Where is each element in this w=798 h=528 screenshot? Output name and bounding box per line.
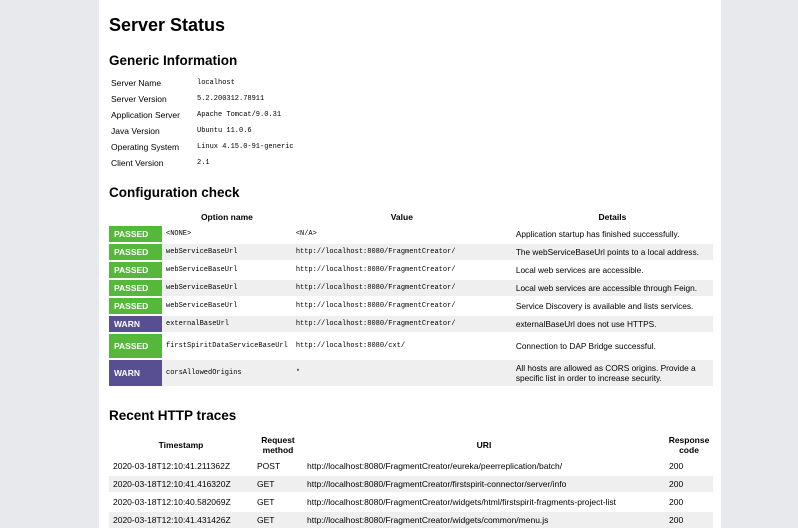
status-badge: WARN	[109, 360, 162, 386]
status-badge: WARN	[109, 316, 162, 332]
option-value: http://localhost:8080/cxt/	[291, 334, 512, 358]
http-traces-table: Timestamp Request method URI Response co…	[109, 432, 713, 528]
option-name: <NONE>	[162, 226, 292, 242]
config-row: WARN corsAllowedOrigins * All hosts are all…	[109, 360, 713, 386]
option-name: webServiceBaseUrl	[162, 244, 292, 260]
trace-timestamp: 2020-03-18T12:10:41.431426Z	[109, 512, 253, 528]
check-details: All hosts are allowed as CORS origins. P…	[511, 360, 713, 386]
config-row: PASSED firstSpiritDataServiceBaseUrl http:…	[109, 334, 713, 358]
status-badge: PASSED	[109, 226, 162, 242]
status-badge: PASSED	[109, 280, 162, 296]
col-details: Details	[598, 212, 627, 222]
info-key: Operating System	[111, 142, 180, 152]
status-page: Server Status Generic Information Server…	[99, 0, 721, 528]
config-check-heading: Configuration check	[109, 185, 240, 200]
traces-header-row: Timestamp Request method URI Response co…	[109, 434, 713, 456]
config-row: PASSED webServiceBaseUrl http://localhost:…	[109, 298, 713, 314]
config-check-table: Option name Value Details PASSED <NONE> <N…	[109, 208, 713, 388]
col-status	[109, 210, 162, 224]
option-value: <N/A>	[291, 226, 512, 242]
option-value: http://localhost:8080/FragmentCreator/	[291, 280, 512, 296]
config-header-row: Option name Value Details	[109, 210, 713, 224]
option-value: http://localhost:8080/FragmentCreator/	[291, 298, 512, 314]
config-row: PASSED webServiceBaseUrl http://localhost:…	[109, 262, 713, 278]
check-details: Local web services are accessible.	[511, 262, 713, 278]
trace-response-code: 200	[665, 476, 713, 492]
info-row: Server Version 5.2.200312.78911	[109, 91, 296, 107]
info-row: Client Version 2.1	[109, 155, 296, 171]
generic-info-table: Server Name localhost Server Version 5.2.20…	[109, 75, 296, 171]
trace-response-code: 200	[669, 497, 684, 507]
trace-method: GET	[257, 497, 275, 507]
info-value: Apache Tomcat/9.0.31	[197, 111, 282, 119]
info-value: 2.1	[197, 159, 210, 167]
col-uri: URI	[476, 440, 492, 450]
check-details: Application startup has finished success…	[511, 226, 713, 242]
option-name: webServiceBaseUrl	[162, 280, 292, 296]
option-value: *	[291, 360, 512, 386]
trace-timestamp: 2020-03-18T12:10:41.416320Z	[109, 476, 253, 492]
col-request-method: Request method	[261, 435, 295, 455]
info-row: Application Server Apache Tomcat/9.0.31	[109, 107, 296, 123]
trace-row: 2020-03-18T12:10:41.431426Z GET http://loc…	[109, 512, 713, 528]
status-badge: PASSED	[109, 244, 162, 260]
trace-method: POST	[257, 461, 281, 471]
trace-response-code: 200	[669, 461, 684, 471]
info-value: Linux 4.15.0-91-generic	[197, 143, 294, 151]
trace-row: 2020-03-18T12:10:41.211362Z POST http://lo…	[109, 458, 713, 474]
trace-method: GET	[253, 476, 303, 492]
info-key: Client Version	[111, 158, 164, 168]
trace-uri: http://localhost:8080/FragmentCreator/wi…	[303, 512, 665, 528]
page-title: Server Status	[109, 15, 226, 35]
option-name: corsAllowedOrigins	[162, 360, 292, 386]
trace-row: 2020-03-18T12:10:41.416320Z GET http://loc…	[109, 476, 713, 492]
status-badge: PASSED	[109, 262, 162, 278]
col-response-code: Response code	[668, 435, 710, 455]
trace-uri: http://localhost:8080/FragmentCreator/eu…	[307, 461, 563, 471]
col-value: Value	[390, 212, 413, 222]
info-row: Java Version Ubuntu 11.0.6	[109, 123, 296, 139]
trace-uri: http://localhost:8080/FragmentCreator/fi…	[303, 476, 665, 492]
trace-response-code: 200	[665, 512, 713, 528]
info-value: localhost	[197, 79, 235, 87]
check-details: externalBaseUrl does not use HTTPS.	[511, 316, 713, 332]
check-details: The webServiceBaseUrl points to a local …	[511, 244, 713, 260]
option-name: webServiceBaseUrl	[162, 298, 292, 314]
trace-timestamp: 2020-03-18T12:10:41.211362Z	[113, 461, 231, 471]
info-row: Operating System Linux 4.15.0-91-generic	[109, 139, 296, 155]
info-row: Server Name localhost	[109, 75, 296, 91]
trace-timestamp: 2020-03-18T12:10:40.582069Z	[113, 497, 231, 507]
trace-uri: http://localhost:8080/FragmentCreator/wi…	[307, 497, 616, 507]
generic-info-heading: Generic Information	[109, 53, 238, 68]
status-badge: PASSED	[109, 298, 162, 314]
info-value: 5.2.200312.78911	[197, 95, 265, 103]
trace-row: 2020-03-18T12:10:40.582069Z GET http://loc…	[109, 494, 713, 510]
info-key: Server Version	[111, 94, 167, 104]
http-traces-heading: Recent HTTP traces	[109, 408, 237, 423]
config-row: PASSED webServiceBaseUrl http://localhost:…	[109, 280, 713, 296]
info-key: Java Version	[111, 126, 160, 136]
trace-method: GET	[253, 512, 303, 528]
check-details: Connection to DAP Bridge successful.	[511, 334, 713, 358]
col-timestamp: Timestamp	[158, 440, 204, 450]
option-value: http://localhost:8080/FragmentCreator/	[291, 316, 512, 332]
status-badge: PASSED	[109, 334, 162, 358]
option-name: webServiceBaseUrl	[162, 262, 292, 278]
info-key: Application Server	[111, 110, 180, 120]
config-row: PASSED <NONE> <N/A> Application startup has…	[109, 226, 713, 242]
info-key: Server Name	[111, 78, 162, 88]
option-name: firstSpiritDataServiceBaseUrl	[162, 334, 292, 358]
option-value: http://localhost:8080/FragmentCreator/	[291, 244, 512, 260]
config-row: PASSED webServiceBaseUrl http://localhost:…	[109, 244, 713, 260]
col-option-name: Option name	[200, 212, 253, 222]
option-value: http://localhost:8080/FragmentCreator/	[291, 262, 512, 278]
config-row: WARN externalBaseUrl http://localhost:8080…	[109, 316, 713, 332]
option-name: externalBaseUrl	[162, 316, 292, 332]
check-details: Local web services are accessible throug…	[511, 280, 713, 296]
info-value: Ubuntu 11.0.6	[197, 127, 252, 135]
check-details: Service Discovery is available and lists…	[511, 298, 713, 314]
